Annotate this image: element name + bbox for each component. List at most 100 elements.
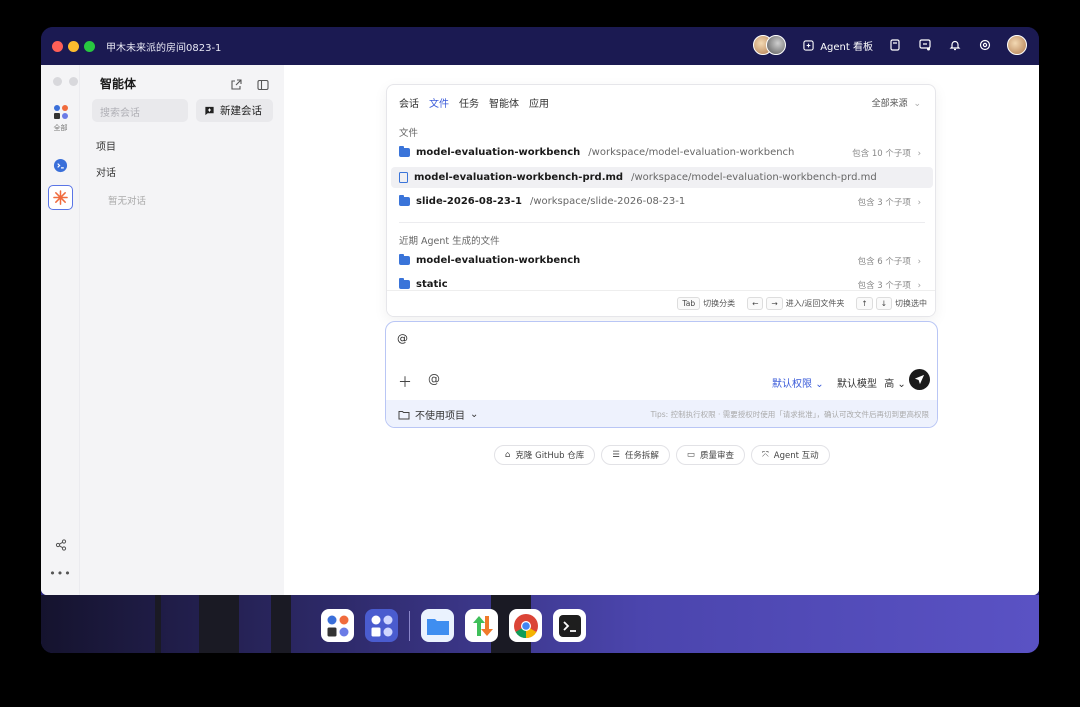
suggestion-chips: ⌂ 克隆 GitHub 仓库 ☰ 任务拆解 ▭ 质量审查 ⤧ Agent 互动 (494, 445, 830, 465)
user-avatar[interactable] (1007, 35, 1027, 55)
chevron-down-icon: ⌄ (815, 379, 824, 390)
file-path: /workspace/slide-2026-08-23-1 (529, 196, 686, 207)
file-path: /workspace/model-evaluation-workbench (588, 147, 795, 158)
chip-label: 任务拆解 (624, 451, 659, 461)
server-icon[interactable] (917, 37, 933, 53)
message-composer[interactable]: @ ＋ @ 默认权限 ⌄ 默认模型 高 ⌄ 不使用项目 ⌄ Tips: 控制执行… (385, 321, 938, 428)
permission-dropdown[interactable]: 默认权限 ⌄ (772, 375, 824, 390)
section-chats[interactable]: 对话 (96, 164, 116, 179)
chip-task-breakdown[interactable]: ☰ 任务拆解 (601, 445, 670, 465)
files-section-label: 文件 (399, 128, 419, 139)
maximize-window-button[interactable] (84, 41, 95, 52)
app-frame: 甲木未来派的房间0823-1 Agent 看板 全部 ••• 智能体 搜索会话 … (41, 27, 1039, 653)
file-name: slide-2026-08-23-1 (416, 196, 522, 207)
dock-browser-app-icon[interactable] (509, 609, 542, 642)
dock-agents-alt-app-icon[interactable] (365, 609, 398, 642)
composer-tools: ＋ @ (398, 372, 440, 392)
search-chats-input[interactable]: 搜索会话 (92, 99, 188, 122)
comment-icon: ▭ (686, 450, 695, 460)
recent-file-row[interactable]: model-evaluation-workbench 包含 6 个子项 › (391, 250, 933, 271)
folder-icon (399, 146, 410, 157)
dock-files-app-icon[interactable] (421, 609, 454, 642)
add-icon[interactable]: ＋ (398, 372, 412, 392)
chip-agent-interaction[interactable]: ⤧ Agent 互动 (750, 445, 830, 465)
new-chat-label: 新建会话 (220, 105, 262, 117)
folder-icon (399, 254, 410, 265)
empty-chats-text: 暂无对话 (108, 196, 147, 207)
close-window-button[interactable] (52, 41, 63, 52)
send-icon (914, 374, 925, 385)
more-icon: ••• (49, 567, 72, 580)
section-projects[interactable]: 项目 (96, 138, 116, 153)
bell-icon[interactable] (947, 37, 963, 53)
file-row-selected[interactable]: model-evaluation-workbench-prd.md /works… (391, 167, 933, 188)
rail-item-all[interactable]: 全部 (48, 101, 73, 135)
model-level: 高 (884, 379, 895, 390)
more-button[interactable]: ••• (48, 561, 73, 586)
file-row[interactable]: model-evaluation-workbench /workspace/mo… (391, 142, 933, 163)
project-selector[interactable]: 不使用项目 ⌄ (398, 407, 478, 422)
send-button[interactable] (909, 369, 930, 390)
wallpaper-figure (271, 595, 291, 653)
source-filter-label: 全部来源 (871, 99, 908, 109)
project-label: 不使用项目 (415, 411, 465, 422)
chip-label: 克隆 GitHub 仓库 (515, 451, 585, 461)
file-row[interactable]: slide-2026-08-23-1 /workspace/slide-2026… (391, 191, 933, 212)
file-count: 包含 6 个子项 › (857, 256, 921, 267)
file-name: model-evaluation-workbench-prd.md (414, 172, 624, 183)
file-count: 包含 3 个子项 › (857, 280, 921, 291)
board-icon (800, 37, 816, 53)
chevron-down-icon: ⌄ (470, 409, 479, 420)
dock-transfer-app-icon[interactable] (465, 609, 498, 642)
folder-icon (399, 278, 410, 289)
spark-agent-icon (53, 190, 68, 205)
message-input[interactable]: @ (397, 332, 408, 345)
recent-files-label: 近期 Agent 生成的文件 (399, 236, 500, 247)
tab-tasks[interactable]: 任务 (459, 95, 479, 110)
model-dropdown[interactable]: 默认模型 高 ⌄ (837, 375, 906, 390)
share-button[interactable] (48, 532, 73, 557)
participant-avatars[interactable] (753, 35, 787, 55)
avatar (766, 35, 787, 55)
settings-gear-icon[interactable] (977, 37, 993, 53)
dock-divider (409, 611, 410, 641)
hint-tab: Tab 切换分类 (677, 297, 735, 310)
list-icon: ☰ (612, 450, 620, 460)
tab-sessions[interactable]: 会话 (399, 95, 419, 110)
tab-apps[interactable]: 应用 (529, 95, 549, 110)
minimize-window-button[interactable] (68, 41, 79, 52)
hint-up-down: ↑ ↓ 切换选中 (856, 297, 927, 310)
file-count: 包含 10 个子项 › (852, 148, 921, 159)
tips-text: Tips: 控制执行权限 · 需要授权时使用「请求批准」，确认可改文件后再切到更… (650, 410, 929, 419)
dock-terminal-app-icon[interactable] (553, 609, 586, 642)
all-agents-icon (53, 104, 68, 119)
open-external-icon[interactable] (230, 76, 242, 95)
file-name: model-evaluation-workbench (416, 255, 581, 266)
file-count: 包含 3 个子项 › (857, 197, 921, 208)
popup-tabs: 会话 文件 任务 智能体 应用 (399, 95, 549, 110)
chip-label: 质量审查 (699, 451, 734, 461)
tab-agents[interactable]: 智能体 (489, 95, 519, 110)
rail-item-spark-agent[interactable] (48, 185, 73, 210)
source-filter-dropdown[interactable]: 全部来源 ⌄ (872, 96, 921, 109)
chip-quality-review[interactable]: ▭ 质量审查 (675, 445, 745, 465)
mention-icon[interactable]: @ (428, 372, 440, 392)
search-placeholder: 搜索会话 (100, 108, 140, 119)
chip-clone-github[interactable]: ⌂ 克隆 GitHub 仓库 (494, 445, 596, 465)
agent-rail: 全部 ••• (41, 65, 94, 595)
share-icon (55, 538, 66, 551)
rail-item-terminal-agent[interactable] (48, 153, 73, 178)
toggle-sidebar-icon[interactable] (257, 76, 269, 95)
dock-agents-app-icon[interactable] (321, 609, 354, 642)
tab-files[interactable]: 文件 (429, 95, 449, 110)
agent-board-button[interactable]: Agent 看板 (800, 37, 873, 53)
model-label: 默认模型 (837, 379, 877, 390)
divider (399, 222, 925, 223)
new-chat-button[interactable]: 新建会话 (196, 99, 273, 122)
notebook-icon[interactable] (887, 37, 903, 53)
dock (321, 609, 586, 643)
file-name: static (416, 279, 448, 290)
github-icon: ⌂ (505, 450, 511, 460)
file-name: model-evaluation-workbench (416, 147, 581, 158)
sidebar-title: 智能体 (100, 77, 137, 91)
